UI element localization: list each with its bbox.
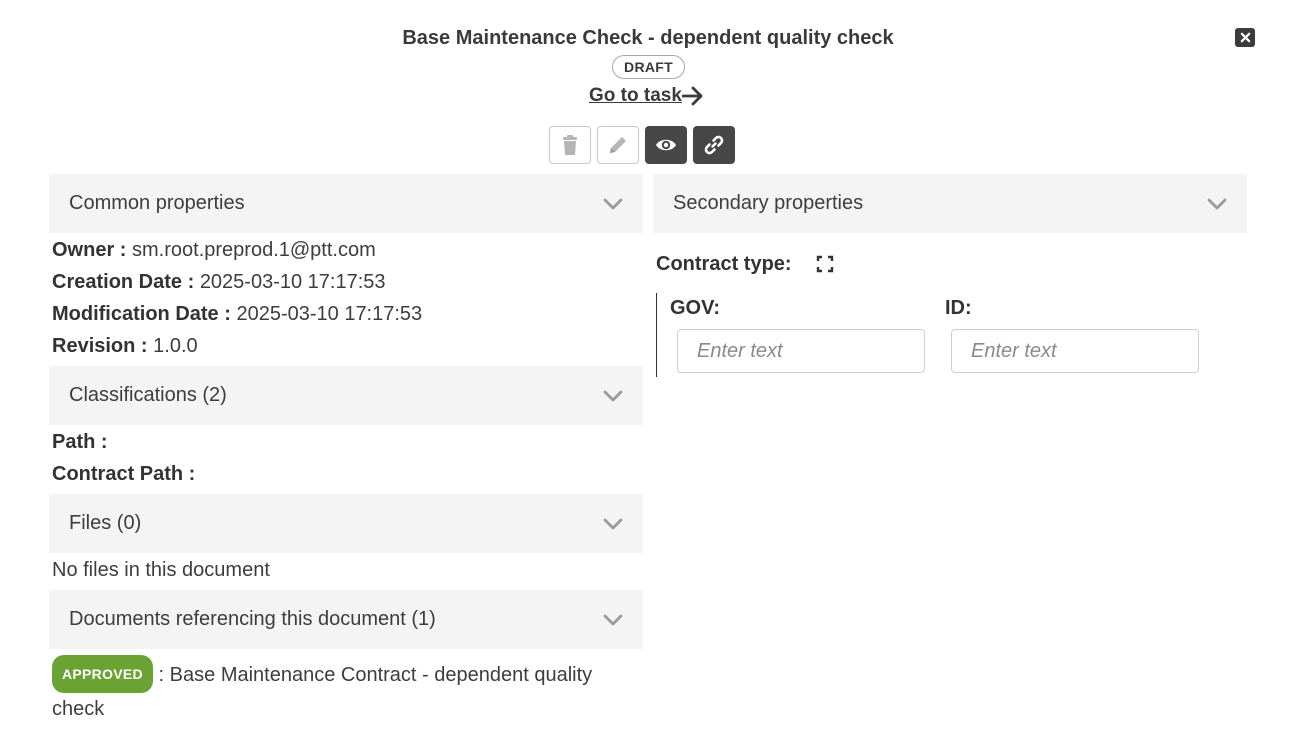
expand-icon[interactable] [816, 255, 834, 273]
page-title: Base Maintenance Check - dependent quali… [402, 27, 894, 49]
accordion-title: Documents referencing this document (1) [69, 608, 436, 630]
chevron-down-icon [603, 390, 623, 401]
chevron-down-icon [603, 198, 623, 209]
owner-label: Owner : [52, 239, 127, 261]
revision-label: Revision : [52, 335, 148, 357]
toolbar [549, 126, 735, 164]
creation-date-label: Creation Date : [52, 271, 195, 293]
revision-value: 1.0.0 [153, 335, 198, 357]
chevron-down-icon [1207, 198, 1227, 209]
gov-label: GOV: [670, 297, 721, 319]
trash-icon [563, 135, 577, 155]
go-to-task-link[interactable]: Go to task [589, 85, 704, 107]
pencil-icon [610, 137, 626, 153]
owner-value: sm.root.preprod.1@ptt.com [132, 239, 376, 261]
accordion-title: Classifications (2) [69, 384, 227, 406]
modification-date-value: 2025-03-10 17:17:53 [236, 303, 423, 325]
field-group-divider [656, 293, 657, 377]
approved-badge: APPROVED [52, 655, 153, 693]
reference-separator: : [158, 664, 165, 686]
files-accordion[interactable]: Files (0) [49, 494, 643, 553]
path-row: Path : [52, 431, 108, 454]
preview-button[interactable] [645, 126, 687, 164]
gov-input[interactable] [677, 329, 925, 373]
eye-icon [656, 139, 676, 151]
chevron-down-icon [603, 614, 623, 625]
document-detail-modal: Base Maintenance Check - dependent quali… [0, 0, 1294, 732]
arrow-right-icon [681, 86, 703, 106]
modification-date-row: Modification Date : 2025-03-10 17:17:53 [52, 303, 422, 326]
id-input[interactable] [951, 329, 1199, 373]
contract-path-row: Contract Path : [52, 463, 195, 486]
accordion-title: Files (0) [69, 512, 142, 534]
accordion-title: Secondary properties [673, 192, 864, 214]
accordion-title: Common properties [69, 192, 245, 214]
copy-link-button[interactable] [693, 126, 735, 164]
owner-row: Owner : sm.root.preprod.1@ptt.com [52, 239, 376, 262]
path-label: Path : [52, 431, 108, 453]
creation-date-value: 2025-03-10 17:17:53 [199, 271, 386, 293]
status-badge: DRAFT [612, 55, 685, 79]
modification-date-label: Modification Date : [52, 303, 231, 325]
referencing-documents-accordion[interactable]: Documents referencing this document (1) [49, 590, 643, 649]
link-icon [704, 135, 724, 155]
secondary-properties-accordion[interactable]: Secondary properties [653, 174, 1247, 233]
contract-path-label: Contract Path : [52, 463, 196, 485]
chevron-down-icon [603, 518, 623, 529]
id-label: ID: [945, 297, 972, 319]
common-properties-accordion[interactable]: Common properties [49, 174, 643, 233]
revision-row: Revision : 1.0.0 [52, 335, 198, 358]
contract-type-label: Contract type: [656, 253, 792, 275]
classifications-accordion[interactable]: Classifications (2) [49, 366, 643, 425]
edit-button[interactable] [597, 126, 639, 164]
referencing-document-item[interactable]: APPROVED : Base Maintenance Contract - d… [52, 655, 642, 725]
go-to-task-label: Go to task [589, 85, 682, 106]
delete-button[interactable] [549, 126, 591, 164]
no-files-text: No files in this document [52, 559, 270, 581]
creation-date-row: Creation Date : 2025-03-10 17:17:53 [52, 271, 386, 294]
